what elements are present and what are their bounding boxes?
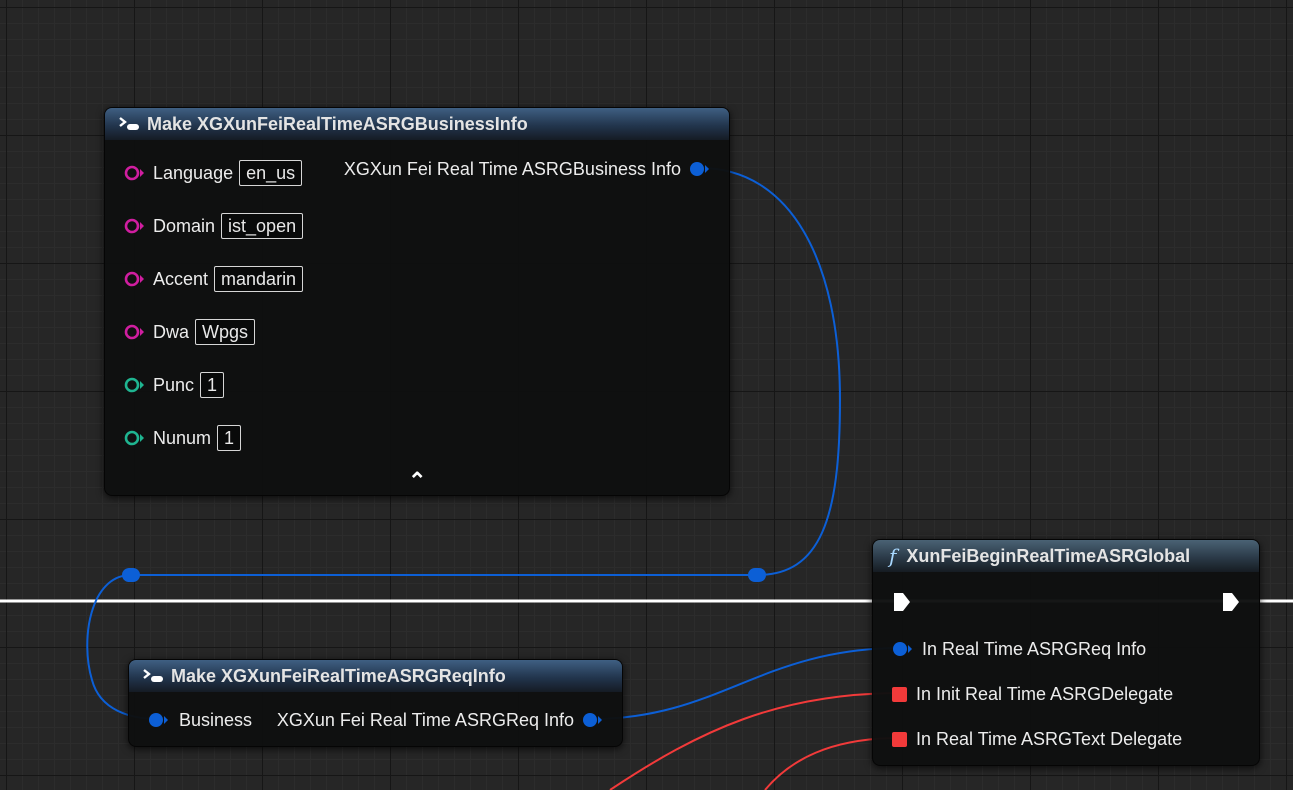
exec-output-pin-icon[interactable] <box>1221 591 1241 613</box>
node-title: Make XGXunFeiRealTimeASRGBusinessInfo <box>147 113 528 134</box>
int-pin-icon[interactable] <box>123 377 147 393</box>
output-label: XGXun Fei Real Time ASRGBusiness Info <box>343 158 681 179</box>
pin-row-domain: Domain ist_open <box>123 213 304 239</box>
init-delegate-input-row: In Init Real Time ASRGDelegate <box>892 681 1173 707</box>
node-title: XunFeiBeginRealTimeASRGlobal <box>906 545 1191 566</box>
nunum-value-field[interactable]: 1 <box>217 425 242 451</box>
node-header[interactable]: Make XGXunFeiRealTimeASRGReqInfo <box>129 660 622 692</box>
pin-label: Nunum <box>153 427 212 448</box>
struct-pin-icon[interactable] <box>891 641 915 657</box>
pin-label: Business <box>179 709 253 730</box>
pin-row-punc: Punc 1 <box>123 372 225 398</box>
int-pin-icon[interactable] <box>123 430 147 446</box>
function-icon: f <box>889 544 897 568</box>
domain-value-field[interactable]: ist_open <box>221 213 304 239</box>
node-header[interactable]: f XunFeiBeginRealTimeASRGlobal <box>873 540 1259 572</box>
business-input-row: Business <box>147 707 252 733</box>
delegate-pin-icon[interactable] <box>892 686 907 702</box>
struct-pin-icon[interactable] <box>689 161 711 177</box>
pin-row-dwa: Dwa Wpgs <box>123 319 256 345</box>
make-struct-icon <box>143 669 163 682</box>
make-struct-icon <box>119 117 139 130</box>
pin-row-nunum: Nunum 1 <box>123 425 242 451</box>
pin-row-language: Language en_us <box>123 160 303 186</box>
pin-label: Accent <box>153 268 209 289</box>
req-info-output-row: XGXun Fei Real Time ASRGReq Info <box>277 707 604 733</box>
pin-label: In Real Time ASRGReq Info <box>922 638 1147 659</box>
pin-label: Punc <box>153 374 195 395</box>
make-business-info-node[interactable]: Make XGXunFeiRealTimeASRGBusinessInfo La… <box>104 107 730 496</box>
pin-label: Language <box>153 162 234 183</box>
string-pin-icon[interactable] <box>123 271 147 287</box>
pin-label: In Real Time ASRGText Delegate <box>916 728 1183 749</box>
pin-row-accent: Accent mandarin <box>123 266 304 292</box>
make-req-info-node[interactable]: Make XGXunFeiRealTimeASRGReqInfo Busines… <box>128 659 623 747</box>
reroute-knot-right[interactable] <box>748 568 766 582</box>
struct-pin-icon[interactable] <box>147 712 171 728</box>
reroute-knot-left[interactable] <box>122 568 140 582</box>
language-value-field[interactable]: en_us <box>239 160 303 186</box>
node-header[interactable]: Make XGXunFeiRealTimeASRGBusinessInfo <box>105 108 729 140</box>
struct-pin-icon[interactable] <box>582 712 604 728</box>
node-title: Make XGXunFeiRealTimeASRGReqInfo <box>171 665 506 686</box>
exec-input-pin-icon[interactable] <box>892 591 912 613</box>
dwa-value-field[interactable]: Wpgs <box>195 319 256 345</box>
accent-value-field[interactable]: mandarin <box>214 266 304 292</box>
req-info-wire[interactable] <box>590 647 903 720</box>
collapse-chevron-icon[interactable]: ⌃ <box>408 468 426 494</box>
business-info-output-row: XGXun Fei Real Time ASRGBusiness Info <box>344 156 711 182</box>
punc-value-field[interactable]: 1 <box>200 372 225 398</box>
pin-label: In Init Real Time ASRGDelegate <box>916 683 1174 704</box>
pin-label: Domain <box>153 215 216 236</box>
string-pin-icon[interactable] <box>123 165 147 181</box>
begin-realtime-asr-node[interactable]: f XunFeiBeginRealTimeASRGlobal In Real T… <box>872 539 1260 766</box>
req-info-input-row: In Real Time ASRGReq Info <box>891 636 1146 662</box>
delegate-pin-icon[interactable] <box>892 731 907 747</box>
text-delegate-input-row: In Real Time ASRGText Delegate <box>892 726 1182 752</box>
string-pin-icon[interactable] <box>123 218 147 234</box>
pin-label: Dwa <box>153 321 190 342</box>
output-label: XGXun Fei Real Time ASRGReq Info <box>276 709 574 730</box>
string-pin-icon[interactable] <box>123 324 147 340</box>
